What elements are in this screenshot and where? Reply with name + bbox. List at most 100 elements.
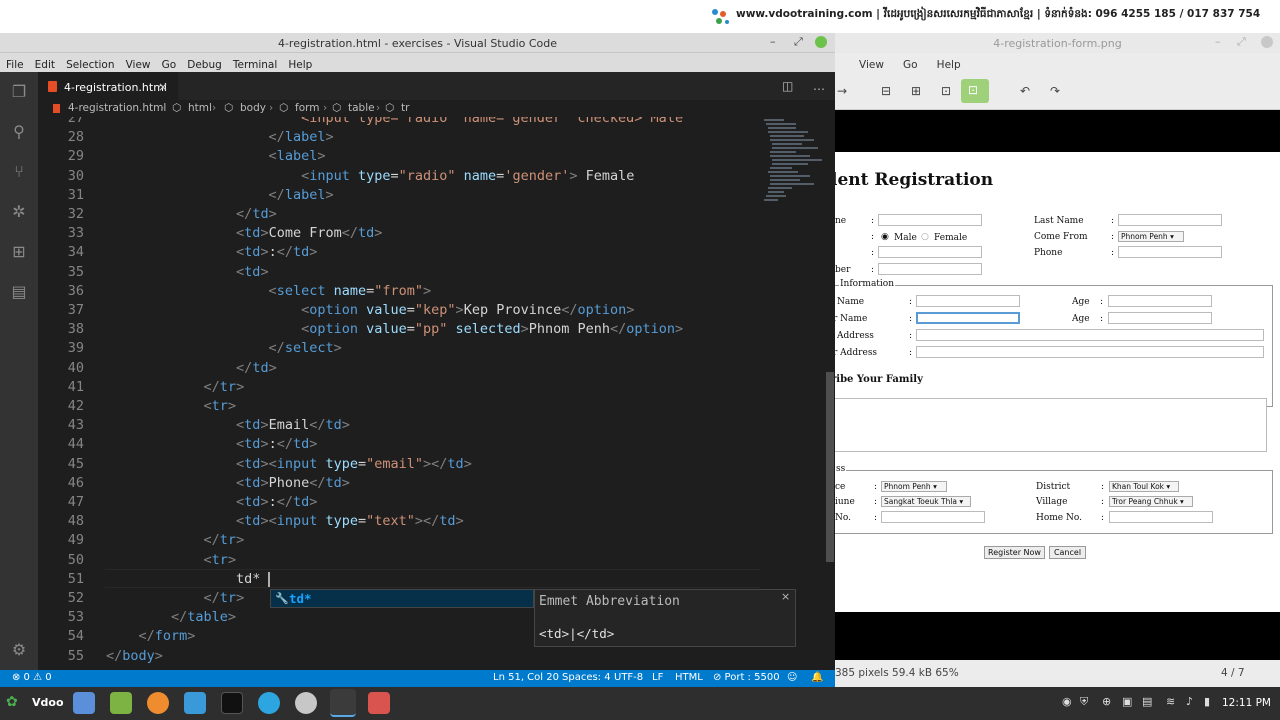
minimap[interactable] <box>762 117 824 207</box>
suggest-widget-item[interactable]: 🔧 td* <box>270 589 534 608</box>
code-line[interactable]: 30 <input type="radio" name='gender'> Fe… <box>38 167 835 186</box>
menu-file[interactable]: File <box>6 59 24 71</box>
close-window-icon[interactable] <box>815 36 827 48</box>
code-line[interactable]: 34 <td>:</td> <box>38 243 835 262</box>
rotate-left-icon[interactable]: ↶ <box>1020 84 1030 98</box>
viewer-minimize-icon[interactable]: – <box>1215 35 1221 48</box>
encoding[interactable]: UTF-8 <box>614 672 643 683</box>
notifications-bell-icon[interactable]: 🔔 <box>811 672 823 683</box>
code-line[interactable]: 31 </label> <box>38 186 835 205</box>
breadcrumb-form[interactable]: form <box>295 102 319 114</box>
code-line[interactable]: 29 <label> <box>38 147 835 166</box>
next-arrow-icon[interactable]: → <box>837 84 847 98</box>
zoom-out-icon[interactable]: ⊟ <box>881 84 891 98</box>
settings-gear-icon[interactable]: ⚙ <box>9 640 29 660</box>
more-actions-icon[interactable]: … <box>813 79 825 93</box>
code-line[interactable]: 47 <td>:</td> <box>38 493 835 512</box>
start-label[interactable]: Vdoo <box>32 696 64 709</box>
vscode-app-icon[interactable] <box>330 689 356 717</box>
terminal-app-icon[interactable] <box>221 692 243 714</box>
live-server-port[interactable]: ⊘ Port : 5500 <box>713 672 780 683</box>
clock[interactable]: 12:11 PM <box>1222 697 1271 709</box>
code-line[interactable]: 42 <tr> <box>38 397 835 416</box>
zoom-in-icon[interactable]: ⊞ <box>911 84 921 98</box>
editor-scrollbar[interactable] <box>824 117 835 670</box>
minimize-icon[interactable]: – <box>770 35 776 48</box>
viewer-menu-view[interactable]: View <box>859 59 884 71</box>
feedback-icon[interactable]: ☺ <box>787 672 797 683</box>
vpn-tray-icon[interactable]: ⊕ <box>1102 695 1111 708</box>
close-tab-icon[interactable]: × <box>158 80 168 94</box>
viewer-maximize-icon[interactable]: ⤢ <box>1237 35 1246 49</box>
files-app-icon[interactable] <box>110 692 132 714</box>
search-icon[interactable]: ⚲ <box>9 122 29 142</box>
code-line[interactable]: 43 <td>Email</td> <box>38 416 835 435</box>
language-mode[interactable]: HTML <box>675 672 703 683</box>
code-line[interactable]: 40 </td> <box>38 359 835 378</box>
shield-tray-icon[interactable]: ⛨ <box>1080 695 1088 709</box>
code-line[interactable]: 50 <tr> <box>38 551 835 570</box>
tab-4-registration[interactable]: 4-registration.html × <box>38 72 178 100</box>
code-line[interactable]: 35 <td> <box>38 263 835 282</box>
zoom-normal-icon[interactable]: ⊡ <box>941 84 951 98</box>
menu-go[interactable]: Go <box>162 59 177 71</box>
viewer-menu-help[interactable]: Help <box>937 59 961 71</box>
remote-icon[interactable]: ▤ <box>9 282 29 302</box>
split-editor-icon[interactable]: ◫ <box>782 79 793 93</box>
rotate-right-icon[interactable]: ↷ <box>1050 84 1060 98</box>
code-line[interactable]: 36 <select name="from"> <box>38 282 835 301</box>
cursor-position[interactable]: Ln 51, Col 20 <box>493 672 559 683</box>
scrollbar-thumb[interactable] <box>826 372 834 562</box>
code-line[interactable]: 33 <td>Come From</td> <box>38 224 835 243</box>
breadcrumb-html[interactable]: html <box>188 102 212 114</box>
menu-help[interactable]: Help <box>288 59 312 71</box>
menu-terminal[interactable]: Terminal <box>233 59 277 71</box>
telegram-app-icon[interactable] <box>258 692 280 714</box>
language-flag-icon[interactable]: ▤ <box>1142 695 1152 708</box>
breadcrumb-tr[interactable]: tr <box>401 102 409 114</box>
menu-edit[interactable]: Edit <box>35 59 55 71</box>
code-line[interactable]: 45 <td><input type="email"></td> <box>38 455 835 474</box>
code-line[interactable]: 46 <td>Phone</td> <box>38 474 835 493</box>
menu-view[interactable]: View <box>126 59 151 71</box>
camera-tray-icon[interactable]: ◉ <box>1062 695 1072 708</box>
breadcrumb-file[interactable]: 4-registration.html <box>68 102 166 114</box>
end-of-line[interactable]: LF <box>652 672 663 683</box>
explorer-icon[interactable]: ❐ <box>9 82 29 102</box>
menu-selection[interactable]: Selection <box>66 59 114 71</box>
code-line[interactable]: 39 </select> <box>38 339 835 358</box>
zoom-fit-button[interactable]: ⊡ <box>961 79 989 103</box>
breadcrumb-table[interactable]: table <box>348 102 375 114</box>
code-line[interactable]: 49 </tr> <box>38 531 835 550</box>
viewer-close-icon[interactable] <box>1261 36 1273 48</box>
code-line[interactable]: 27 <input type="radio" name="gender" che… <box>38 117 835 128</box>
code-line[interactable]: 32 </td> <box>38 205 835 224</box>
restore-icon[interactable]: ⤢ <box>794 35 803 49</box>
volume-tray-icon[interactable]: ♪ <box>1186 695 1193 708</box>
source-control-icon[interactable]: ⑂ <box>9 162 29 182</box>
problems-indicator[interactable]: ⊗ 0 ⚠ 0 <box>12 672 52 683</box>
monitor-app-icon[interactable] <box>184 692 206 714</box>
obs-app-icon[interactable] <box>295 692 317 714</box>
battery-tray-icon[interactable]: ▮ <box>1204 695 1210 708</box>
breadcrumb-body[interactable]: body <box>240 102 266 114</box>
code-line[interactable]: 55 </body> <box>38 647 835 666</box>
firefox-app-icon[interactable] <box>147 692 169 714</box>
debug-icon[interactable]: ✲ <box>9 202 29 222</box>
code-line[interactable]: 41 </tr> <box>38 378 835 397</box>
image-viewer-app-icon[interactable] <box>368 692 390 714</box>
browser-app-icon[interactable] <box>73 692 95 714</box>
code-line[interactable]: 38 <option value="pp" selected>Phnom Pen… <box>38 320 835 339</box>
extensions-icon[interactable]: ⊞ <box>9 242 29 262</box>
code-line[interactable]: 44 <td>:</td> <box>38 435 835 454</box>
code-line[interactable]: 28 </label> <box>38 128 835 147</box>
code-line[interactable]: 37 <option value="kep">Kep Province</opt… <box>38 301 835 320</box>
close-details-icon[interactable]: × <box>781 590 790 603</box>
viewer-menu-go[interactable]: Go <box>903 59 918 71</box>
menu-debug[interactable]: Debug <box>187 59 222 71</box>
start-menu-icon[interactable]: ✿ <box>6 694 18 710</box>
indentation[interactable]: Spaces: 4 <box>562 672 611 683</box>
code-line[interactable]: 48 <td><input type="text"></td> <box>38 512 835 531</box>
network-tray-icon[interactable]: ▣ <box>1122 695 1132 708</box>
wifi-tray-icon[interactable]: ≋ <box>1166 695 1175 708</box>
